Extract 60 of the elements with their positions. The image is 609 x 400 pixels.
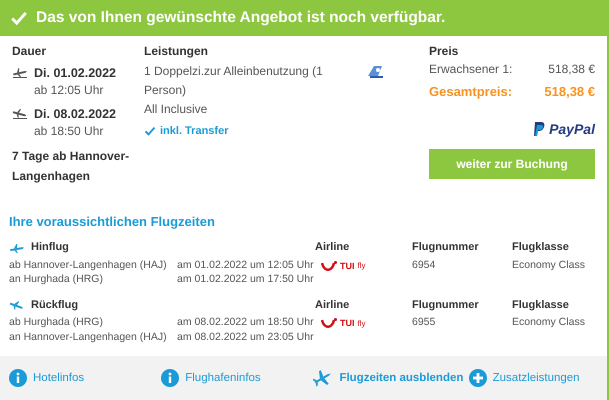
column-heading: Airline <box>315 298 350 312</box>
price-amount: 518,38 € <box>548 62 595 76</box>
column-heading: Flugklasse <box>512 241 570 254</box>
airline-logo-text: TUI <box>340 260 354 270</box>
price-label: Erwachsener 1: <box>429 62 512 76</box>
info-icon <box>161 369 180 387</box>
total-label: Gesamtpreis: <box>429 84 512 99</box>
flight-times-heading: Ihre voraussichtlichen Flugzeiten <box>9 214 216 229</box>
services-heading: Leistungen <box>144 44 210 58</box>
flight-class: Economy Class <box>512 258 586 272</box>
service-text: 1 Doppelzi.zur Alleinbenutzung (1 Person) <box>144 63 324 99</box>
footer-link[interactable]: Flugzeiten ausblenden <box>313 369 469 387</box>
travel-date: Di. 01.02.2022 <box>34 66 116 80</box>
info-icon <box>9 369 27 387</box>
landing-plane-icon <box>9 300 25 310</box>
airport-text: ab Hurghada (HRG) <box>9 316 104 330</box>
column-heading: Flugnummer <box>412 298 480 312</box>
check-icon <box>10 9 28 27</box>
flight-class: Economy Class <box>512 316 586 330</box>
service-text: All Inclusive <box>144 101 208 118</box>
airport-text: an Hannover-Langenhagen (HAJ) <box>9 330 168 344</box>
airplane-icon <box>313 369 334 387</box>
flight-direction: Rückflug <box>31 298 78 312</box>
airline-logo-text: TUI <box>340 318 354 328</box>
flight-number: 6955 <box>412 316 436 330</box>
banner-text: Das von Ihnen gewünschte Angebot ist noch verfügbar. <box>36 9 446 27</box>
flight-direction: Hinflug <box>31 241 69 254</box>
footer-link[interactable]: Zusatzleistungen <box>468 369 598 387</box>
price-heading: Preis <box>429 44 460 58</box>
paypal-icon <box>533 122 546 136</box>
time-text: am 08.02.2022 um 18:50 Uhr <box>177 316 315 330</box>
footer-link[interactable]: Hotelinfos <box>9 369 162 387</box>
payment-logo-text: PayPal <box>549 121 595 137</box>
travel-time: ab 12:05 Uhr <box>34 83 104 97</box>
departing-plane-icon <box>9 242 25 253</box>
smile-logo-icon <box>321 260 337 270</box>
smile-logo-icon <box>321 318 337 328</box>
column-heading: Flugnummer <box>412 241 480 254</box>
departing-plane-icon <box>12 66 28 78</box>
transfer-note: inkl. Transfer <box>160 125 228 137</box>
time-text: am 08.02.2022 um 23:05 Uhr <box>177 330 315 344</box>
plus-icon <box>468 369 487 387</box>
landing-plane-icon <box>12 107 28 119</box>
trip-summary: 7 Tage ab Hannover-Langenhagen <box>12 148 130 185</box>
airport-text: ab Hannover-Langenhagen (HAJ) <box>9 258 168 272</box>
duration-heading: Dauer <box>12 44 48 58</box>
footer-link[interactable]: Flughafeninfos <box>161 369 314 387</box>
total-price: 518,38 € <box>544 84 595 99</box>
airline-logo-text: fly <box>358 261 366 270</box>
column-heading: Flugklasse <box>512 298 570 312</box>
time-text: am 01.02.2022 um 17:50 Uhr <box>177 273 315 286</box>
airport-text: an Hurghada (HRG) <box>9 273 104 286</box>
column-heading: Airline <box>315 241 350 254</box>
booking-button[interactable]: weiter zur Buchung <box>429 149 595 179</box>
flight-number: 6954 <box>412 258 436 272</box>
travel-time: ab 18:50 Uhr <box>34 124 104 138</box>
airline-logo-text: fly <box>358 318 366 328</box>
check-icon <box>144 125 156 137</box>
time-text: am 01.02.2022 um 12:05 Uhr <box>177 258 315 272</box>
travel-date: Di. 08.02.2022 <box>34 107 116 121</box>
